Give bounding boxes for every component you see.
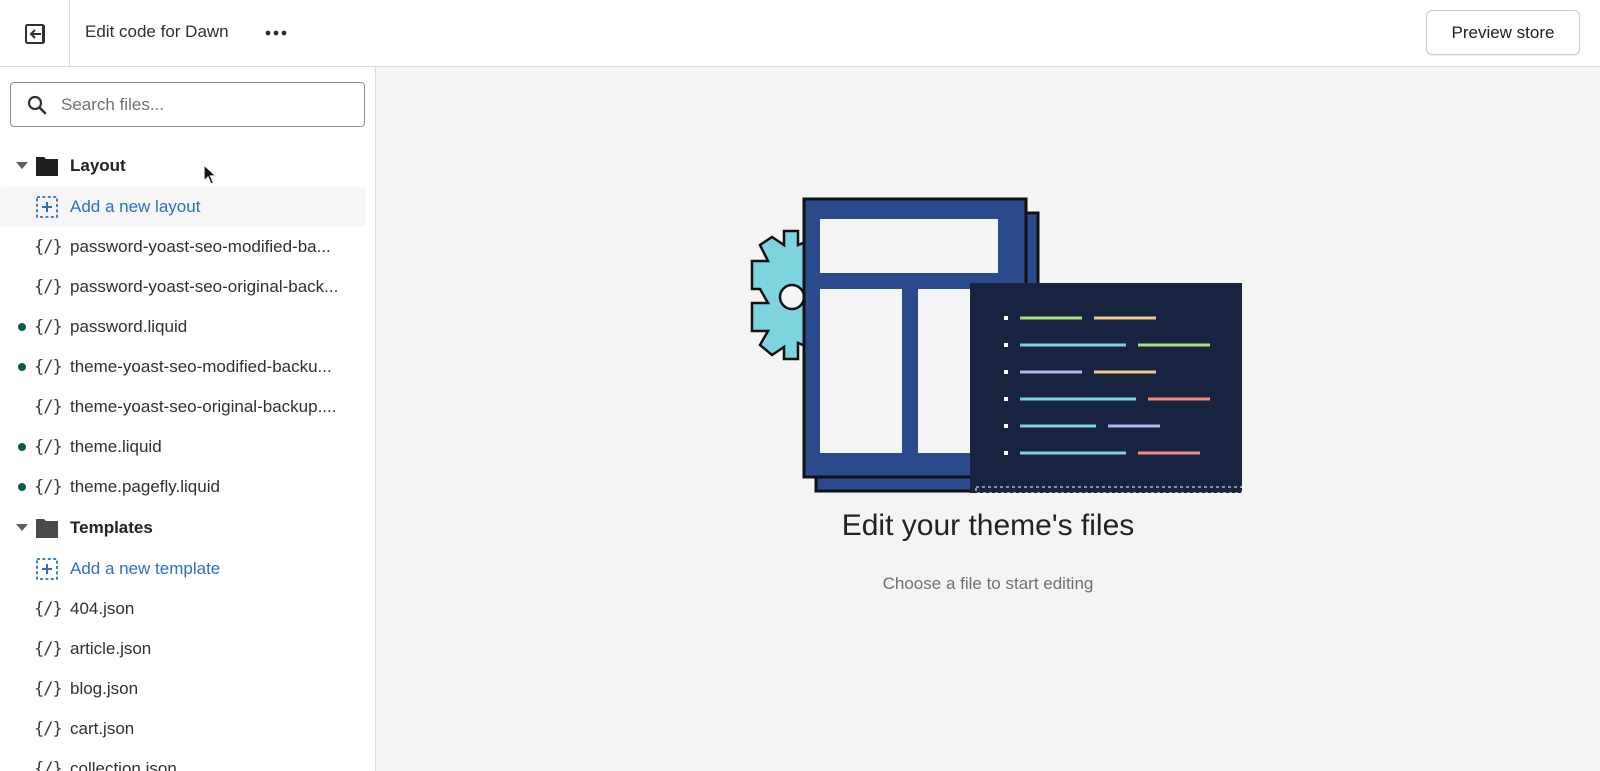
search-box[interactable] <box>10 82 365 127</box>
add-file-icon <box>36 558 58 580</box>
file-name: theme.liquid <box>70 437 162 456</box>
code-file-icon: {/} <box>34 277 63 297</box>
file-item[interactable]: {/} password-yoast-seo-original-back... <box>0 267 375 307</box>
preview-store-button[interactable]: Preview store <box>1426 10 1580 55</box>
file-item[interactable]: {/} theme.pagefly.liquid <box>0 467 375 507</box>
code-file-icon: {/} <box>34 317 63 337</box>
more-actions-button[interactable] <box>262 18 290 48</box>
file-item[interactable]: {/} collection.json <box>0 749 375 771</box>
file-sidebar: Layout Add a new layout {/} password-yoa… <box>0 67 376 771</box>
code-file-icon: {/} <box>34 477 63 497</box>
gear-icon <box>750 229 810 361</box>
code-file-icon: {/} <box>34 357 63 377</box>
mouse-cursor-icon <box>203 164 217 185</box>
page-title: Edit code for Dawn <box>85 22 229 41</box>
file-item[interactable]: {/} theme-yoast-seo-original-backup.... <box>0 387 375 427</box>
file-name: password.liquid <box>70 317 188 336</box>
code-file-icon: {/} <box>34 639 63 659</box>
file-name: 404.json <box>70 599 135 618</box>
file-name: cart.json <box>70 719 135 738</box>
exit-icon <box>24 23 45 44</box>
file-name: password-yoast-seo-modified-ba... <box>70 237 331 256</box>
empty-state-title: Edit your theme's files <box>841 509 1135 542</box>
code-file-icon: {/} <box>34 599 63 619</box>
folder-icon <box>36 157 58 176</box>
empty-state-subtitle: Choose a file to start editing <box>882 574 1094 593</box>
code-file-icon: {/} <box>34 759 63 771</box>
code-file-icon: {/} <box>34 679 63 699</box>
file-item[interactable]: {/} password.liquid <box>0 307 375 347</box>
file-name: password-yoast-seo-original-back... <box>70 277 339 296</box>
chevron-down-icon <box>16 162 28 169</box>
file-tree: Layout Add a new layout {/} password-yoa… <box>0 145 375 771</box>
folder-layout[interactable]: Layout <box>0 145 375 187</box>
modified-indicator <box>18 443 26 451</box>
modified-indicator <box>18 323 26 331</box>
modified-indicator <box>18 363 26 371</box>
modified-indicator <box>18 483 26 491</box>
file-name: theme.pagefly.liquid <box>70 477 220 496</box>
file-item[interactable]: {/} theme-yoast-seo-modified-backu... <box>0 347 375 387</box>
folder-icon <box>36 519 58 538</box>
file-item[interactable]: {/} blog.json <box>0 669 375 709</box>
file-item[interactable]: {/} 404.json <box>0 589 375 629</box>
file-name: theme-yoast-seo-modified-backu... <box>70 357 332 376</box>
folder-templates[interactable]: Templates <box>0 507 375 549</box>
top-bar: Edit code for Dawn Preview store <box>0 0 1600 67</box>
more-horizontal-icon <box>265 30 287 36</box>
add-new-layout-label: Add a new layout <box>70 197 201 216</box>
file-name: blog.json <box>70 679 139 698</box>
file-name: collection.json <box>70 759 177 771</box>
folder-label: Layout <box>70 156 126 175</box>
file-item[interactable]: {/} theme.liquid <box>0 427 375 467</box>
exit-button[interactable] <box>0 0 70 67</box>
chevron-down-icon <box>16 524 28 531</box>
file-item[interactable]: {/} cart.json <box>0 709 375 749</box>
file-name: theme-yoast-seo-original-backup.... <box>70 397 337 416</box>
add-new-template-label: Add a new template <box>70 559 221 578</box>
editor-area: Edit your theme's files Choose a file to… <box>376 67 1600 771</box>
add-new-layout[interactable]: Add a new layout <box>0 187 366 227</box>
add-file-icon <box>36 196 58 218</box>
theme-code-illustration <box>750 197 1242 494</box>
code-file-icon: {/} <box>34 237 63 257</box>
folder-label: Templates <box>70 518 153 537</box>
file-item[interactable]: {/} password-yoast-seo-modified-ba... <box>0 227 375 267</box>
search-input[interactable] <box>61 83 351 126</box>
code-file-icon: {/} <box>34 397 63 417</box>
file-item[interactable]: {/} article.json <box>0 629 375 669</box>
code-file-icon: {/} <box>34 719 63 739</box>
search-icon <box>27 95 47 115</box>
code-file-icon: {/} <box>34 437 63 457</box>
add-new-template[interactable]: Add a new template <box>0 549 375 589</box>
file-name: article.json <box>70 639 152 658</box>
